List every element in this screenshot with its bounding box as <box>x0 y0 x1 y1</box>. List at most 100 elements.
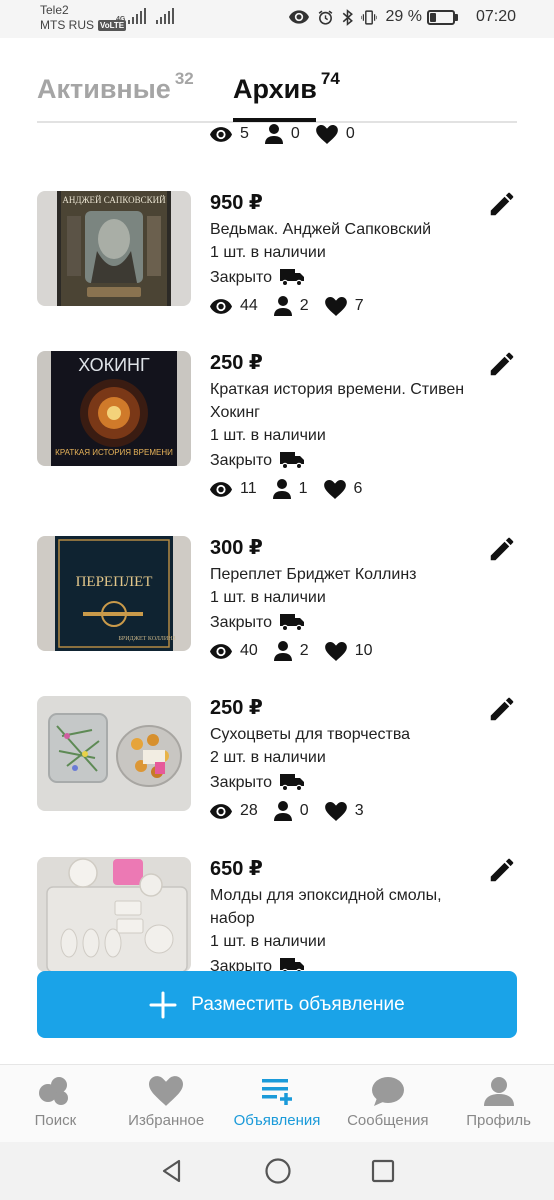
nav-label: Профиль <box>466 1112 531 1129</box>
likes-icon <box>324 641 347 661</box>
nav-label: Поиск <box>34 1112 77 1129</box>
listing-status: Закрыто <box>210 266 480 289</box>
views-icon <box>210 298 232 314</box>
contacts-icon <box>273 641 292 661</box>
edit-pencil-icon[interactable] <box>487 694 517 724</box>
listing-stock: 1 шт. в наличии <box>210 427 326 444</box>
nav-label: Объявления <box>233 1112 321 1129</box>
listing-photo[interactable]: ПЕРЕПЛЕТ БРИДЖЕТ КОЛЛИНЗ <box>37 536 191 651</box>
nav-favorites[interactable]: Избранное <box>111 1065 222 1142</box>
contacts-count: 0 <box>290 125 300 142</box>
signal-indicators: 4G <box>116 8 175 24</box>
tab-count: 32 <box>174 69 194 88</box>
edit-pencil-icon[interactable] <box>487 855 517 885</box>
listing-stats: 40 2 10 <box>210 641 480 661</box>
cover-subtext: БРИДЖЕТ КОЛЛИНЗ <box>118 636 175 642</box>
listing-stats: 28 0 3 <box>210 801 480 821</box>
listing-stock: 1 шт. в наличии <box>210 933 326 950</box>
place-ad-button[interactable]: Разместить объявление <box>37 971 517 1038</box>
contacts-icon <box>273 801 292 821</box>
nav-messages[interactable]: Сообщения <box>332 1065 443 1142</box>
likes-count: 6 <box>353 480 363 497</box>
recents-icon[interactable] <box>371 1159 395 1183</box>
views-count: 44 <box>240 297 258 314</box>
system-navigation <box>0 1142 554 1200</box>
signal-2-icon <box>156 8 175 24</box>
battery-icon <box>426 9 455 25</box>
alarm-icon <box>319 10 333 25</box>
views-count: 11 <box>240 480 257 497</box>
heart-icon <box>149 1076 184 1106</box>
listing-photo[interactable] <box>37 857 191 972</box>
nav-profile[interactable]: Профиль <box>443 1065 554 1142</box>
contacts-count: 2 <box>299 297 309 314</box>
listing-title: Краткая история времени. Стивен Хокинг <box>210 381 465 421</box>
views-icon <box>210 643 232 659</box>
chat-icon <box>371 1077 404 1106</box>
likes-count: 10 <box>354 642 373 659</box>
tab-active-underline <box>233 118 316 122</box>
listing-title: Сухоцветы для творчества <box>210 726 411 743</box>
battery-percent: 29 % <box>385 8 422 25</box>
listing-photo[interactable]: ХОКИНГ КРАТКАЯ ИСТОРИЯ ВРЕМЕНИ <box>37 351 191 466</box>
listing-stats: 44 2 7 <box>210 296 480 316</box>
tab-label: Активные <box>37 74 171 104</box>
status-label: Закрыто <box>210 614 273 631</box>
vibrate-icon <box>361 9 378 25</box>
tab-label: Архив <box>233 74 317 104</box>
listing-title: Переплет Бриджет Коллинз <box>210 566 417 583</box>
back-icon[interactable] <box>159 1158 185 1184</box>
status-label: Закрыто <box>210 452 273 469</box>
listing-stock: 1 шт. в наличии <box>210 244 326 261</box>
listing-stats: 11 1 6 <box>210 479 480 499</box>
search-dots-icon <box>39 1077 69 1105</box>
likes-icon <box>324 296 347 316</box>
tab-bar: Активные 32 Архив 74 <box>0 38 554 124</box>
home-icon[interactable] <box>264 1157 292 1185</box>
signal-4g-icon: 4G <box>116 8 147 24</box>
contacts-count: 2 <box>299 642 309 659</box>
listing-stock: 1 шт. в наличии <box>210 589 326 606</box>
nav-listings[interactable]: Объявления <box>222 1065 333 1142</box>
delivery-truck-icon <box>280 614 305 631</box>
listing-title: Молды для эпоксидной смолы, набор <box>210 887 442 927</box>
cover-text: ХОКИНГ <box>78 355 150 375</box>
contacts-icon <box>264 124 283 144</box>
cover-text: ПЕРЕПЛЕТ <box>76 574 153 590</box>
views-icon <box>210 481 232 497</box>
bluetooth-icon <box>343 8 354 26</box>
views-count: 5 <box>240 125 249 142</box>
clock: 07:20 <box>475 8 516 25</box>
contacts-count: 1 <box>298 480 308 497</box>
carrier-info: Tele2 MTS RUS VoLTE <box>40 3 127 33</box>
status-bar: Tele2 MTS RUS VoLTE 4G 29 % 07:20 <box>0 0 554 38</box>
tab-archive[interactable]: Архив 74 <box>233 69 340 105</box>
eye-icon <box>289 10 310 24</box>
listing-status: Закрыто <box>210 449 480 472</box>
views-count: 40 <box>240 642 258 659</box>
status-label: Закрыто <box>210 269 273 286</box>
listing-title: Ведьмак. Анджей Сапковский <box>210 221 432 238</box>
listing-photo[interactable] <box>37 696 191 811</box>
tab-count: 74 <box>320 69 340 88</box>
listing-price: 650 ₽ <box>210 858 263 880</box>
delivery-truck-icon <box>280 774 305 791</box>
listing-status: Закрыто <box>210 771 480 794</box>
listing-photo[interactable]: АНДЖЕЙ САПКОВСКИЙ <box>37 191 191 306</box>
listing-info: 950 ₽ Ведьмак. Анджей Сапковский 1 шт. в… <box>210 191 480 316</box>
nav-search[interactable]: Поиск <box>0 1065 111 1142</box>
listing-info: 300 ₽ Переплет Бриджет Коллинз 1 шт. в н… <box>210 536 480 661</box>
edit-pencil-icon[interactable] <box>487 349 517 379</box>
listing-stock: 2 шт. в наличии <box>210 749 326 766</box>
list-item-partial[interactable]: 5 0 0 <box>210 124 371 164</box>
listing-info: 250 ₽ Сухоцветы для творчества 2 шт. в н… <box>210 696 480 821</box>
edit-pencil-icon[interactable] <box>487 189 517 219</box>
edit-pencil-icon[interactable] <box>487 534 517 564</box>
views-count: 28 <box>240 802 258 819</box>
views-icon <box>210 126 232 142</box>
tab-active-listings[interactable]: Активные 32 <box>37 69 194 105</box>
contacts-icon <box>273 296 292 316</box>
views-icon <box>210 803 232 819</box>
likes-count: 0 <box>345 125 355 142</box>
listing-status: Закрыто <box>210 611 480 634</box>
